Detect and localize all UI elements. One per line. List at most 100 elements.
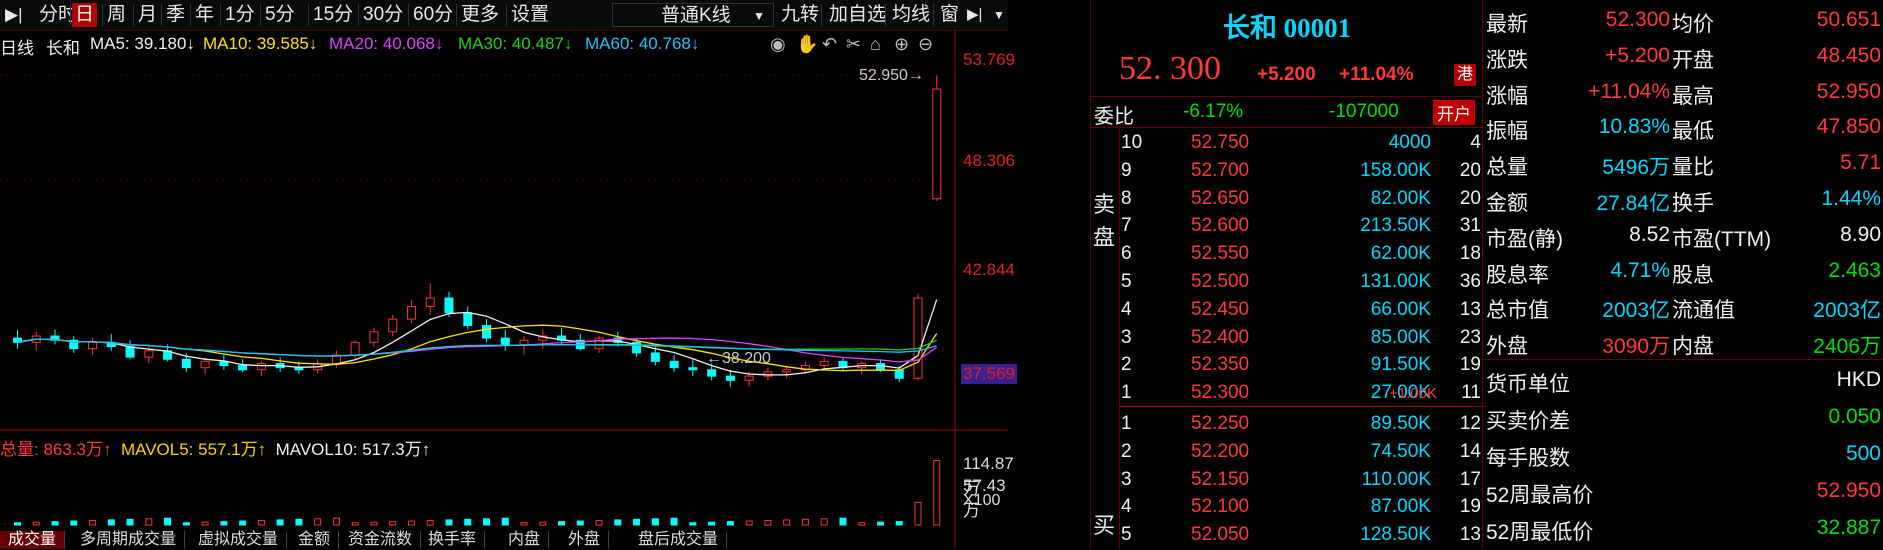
hand-icon[interactable]: ✋ [796, 34, 818, 55]
volume-bar [914, 501, 922, 526]
high-annotation: 52.950→ [859, 67, 924, 84]
eye-icon[interactable]: ◉ [770, 34, 786, 55]
jiuzhuan-button[interactable]: 九转 [778, 3, 822, 27]
chevron-down-icon: ▼ [753, 9, 765, 23]
sell-vol: 4000 [1388, 132, 1431, 153]
indicator-tab[interactable]: 成交量 [0, 531, 66, 549]
candle-body [238, 365, 248, 371]
sell-vol: 91.50K [1370, 354, 1431, 376]
period-tab[interactable]: 15分 [310, 3, 356, 27]
sell-level-row[interactable]: 1 52.300 27.00K 11 +1.00K [1091, 380, 1483, 408]
last-price: 52. 300 [1119, 50, 1221, 87]
volume-bar [895, 521, 903, 526]
undo-icon[interactable]: ↶ [822, 34, 837, 55]
period-tab[interactable]: 年 [192, 3, 217, 27]
zoom-in-icon[interactable]: ⊕ [894, 34, 909, 55]
buy-lvl: 4 [1121, 496, 1132, 518]
sell-lvl: 10 [1121, 132, 1143, 153]
candle-body [463, 312, 473, 326]
sell-level-row[interactable]: 2 52.350 91.50K 19 [1091, 352, 1483, 380]
current-price-axis-marker: 37.569 [961, 364, 1017, 384]
candle-body [406, 305, 416, 320]
buy-vol: 87.00K [1370, 496, 1431, 518]
buy-level-row[interactable]: 3 52.150 110.00K 17 [1091, 467, 1483, 495]
open-account-button[interactable]: 开户 [1433, 100, 1475, 125]
stat-value: HKD [1836, 368, 1881, 391]
candle-body [650, 352, 660, 362]
ma60-line [17, 338, 937, 357]
indicator-tab[interactable]: 虚拟成交量 [190, 531, 288, 549]
indicator-tab[interactable]: 多周期成交量 [72, 531, 186, 549]
candle-body [594, 337, 604, 350]
volume-bar [276, 519, 284, 526]
period-tab[interactable]: 60分 [410, 3, 456, 27]
sell-level-row[interactable]: 6 52.550 62.00K 18 [1091, 241, 1483, 269]
volume-bar [295, 518, 303, 526]
sell-lvl: 1 [1121, 382, 1132, 404]
sell-price: 52.700 [1191, 159, 1250, 181]
volume-bar [783, 519, 791, 526]
period-tab[interactable]: 周 [104, 3, 129, 27]
sell-level-row[interactable]: 7 52.600 213.50K 31 [1091, 213, 1483, 241]
stat-label: 市盈(TTM) [1672, 227, 1772, 251]
volume-bar [70, 520, 78, 526]
sell-n: 20 [1459, 159, 1481, 181]
stat-value: 10.83% [1598, 115, 1670, 139]
volume-bar [501, 517, 509, 526]
kline-chart[interactable] [0, 30, 1008, 549]
sell-vol: 158.00K [1360, 159, 1431, 181]
period-tab[interactable]: 月 [135, 3, 160, 27]
sell-level-row[interactable]: 3 52.400 85.00K 23 [1091, 325, 1483, 353]
period-tab[interactable]: 更多 [458, 3, 502, 27]
weibi-diff: -107000 [1329, 101, 1399, 122]
volume-bar [32, 521, 40, 526]
zoom-out-icon[interactable]: ⊖ [918, 34, 933, 55]
sell-level-row[interactable]: 9 52.700 158.00K 20 [1091, 158, 1483, 186]
stat-label: 买卖价差 [1486, 410, 1570, 433]
stat-row: 外盘 3090万 内盘 2406万 [1483, 326, 1883, 362]
period-tab[interactable]: 日 [72, 3, 98, 27]
indicator-tab[interactable]: 资金流数 [340, 531, 422, 549]
sell-lvl: 7 [1121, 215, 1132, 237]
sidebar-toggle-icon[interactable]: ▶| [2, 3, 26, 27]
volume-bar [314, 518, 322, 526]
add-favorite-button[interactable]: 加自选 [826, 3, 889, 27]
sell-level-row[interactable]: 4 52.450 66.00K 13 [1091, 297, 1483, 325]
window-button[interactable]: 窗 [937, 3, 962, 27]
buy-level-row[interactable]: 4 52.100 87.00K 19 [1091, 494, 1483, 522]
expand-panel-icon[interactable]: ▶| [964, 3, 985, 27]
scissors-icon[interactable]: ✂ [846, 34, 861, 55]
period-tab[interactable]: 30分 [360, 3, 406, 27]
indicator-tab[interactable]: 金额 [290, 531, 340, 549]
volume-bar [876, 521, 884, 526]
mavol10-label: MAVOL10: 517.3万↑ [275, 440, 431, 459]
dropdown-arrow-icon[interactable]: ▼ [990, 3, 1008, 27]
kline-chart-panel[interactable]: 日线 长和 MA5: 39.180↓ MA10: 39.585↓ MA20: 4… [0, 30, 1017, 549]
volume-bar [558, 521, 566, 526]
sell-level-row[interactable]: 8 52.650 82.00K 20 [1091, 186, 1483, 214]
volume-bar [201, 521, 209, 526]
stat-value: 2003亿 [1813, 299, 1881, 323]
period-tab[interactable]: 设置 [508, 3, 552, 27]
buy-level-row[interactable]: 5 52.050 128.50K 13 [1091, 522, 1483, 550]
stat-value: 32.887 [1816, 516, 1881, 539]
sell-level-row[interactable]: 10 52.750 4000 4 [1091, 130, 1483, 158]
period-tab[interactable]: 季 [163, 3, 188, 27]
kline-type-select[interactable]: 普通K线 ▼ [612, 3, 774, 27]
indicator-tab[interactable]: 内盘 [500, 531, 550, 549]
volume-bar [726, 521, 734, 526]
buy-level-row[interactable]: 1 52.250 89.50K 12 [1091, 411, 1483, 439]
indicator-tab[interactable]: 换手率 [420, 531, 486, 549]
moving-average-button[interactable]: 均线 [889, 3, 933, 27]
indicator-tab[interactable]: 盘后成交量 [630, 531, 728, 549]
volume-bar [745, 520, 753, 526]
lock-icon[interactable]: ⌂ [870, 34, 881, 55]
buy-level-row[interactable]: 2 52.200 74.50K 14 [1091, 439, 1483, 467]
candle-body [819, 360, 829, 367]
period-tab[interactable]: 1分 [222, 3, 258, 27]
period-tab[interactable]: 5分 [262, 3, 298, 27]
volume-bar [464, 518, 472, 526]
indicator-tab[interactable]: 外盘 [560, 531, 610, 549]
sell-level-row[interactable]: 5 52.500 131.00K 36 [1091, 269, 1483, 297]
volume-bar [445, 519, 453, 526]
